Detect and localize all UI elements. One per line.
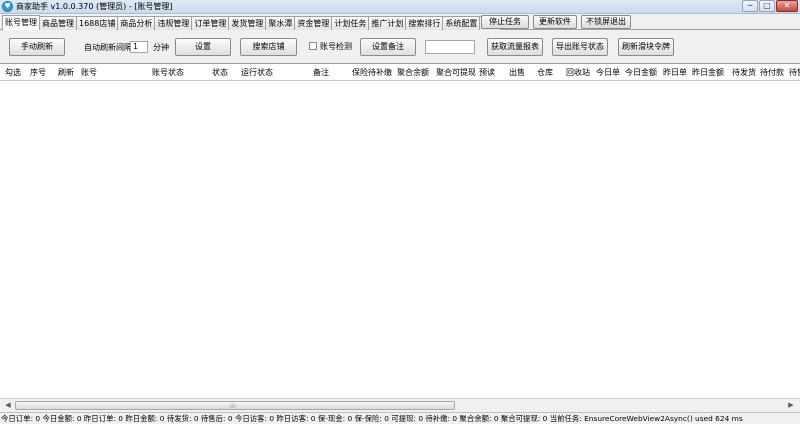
tab-scheduled-tasks[interactable]: 计划任务 [331,16,370,30]
tab-account-management[interactable]: 账号管理 [2,15,40,30]
maximize-icon[interactable]: □ [759,0,775,12]
account-toolbar: 手动刷新 自动刷新间隔 1 分钟 设置 搜索店铺 账号检测 设置备注 获取流量报… [0,31,800,63]
col-header-aggregate-withdrawable[interactable]: 聚合可提现 [436,68,476,77]
tab-product-analysis[interactable]: 商品分析 [117,16,156,30]
col-header-account-status[interactable]: 账号状态 [152,68,184,77]
tab-shipping-management[interactable]: 发货管理 [228,16,267,30]
col-header-aggregate-balance[interactable]: 聚合余额 [397,68,429,77]
tab-violation-management[interactable]: 违规管理 [154,16,193,30]
app-logo-icon: ♥ [2,1,13,12]
settings-button[interactable]: 设置 [175,38,231,56]
col-header-yesterday-amount[interactable]: 昨日金额 [692,68,724,77]
col-header-pending-payment[interactable]: 待付款 [760,68,784,77]
col-header-today-orders[interactable]: 今日单 [596,68,620,77]
tab-search-ranking[interactable]: 搜索排行 [405,16,444,30]
close-icon[interactable]: ✕ [776,0,798,12]
col-header-warehouse[interactable]: 仓库 [537,68,553,77]
scroll-grip-icon: ⁞⁞⁞ [230,403,236,410]
account-check-checkbox[interactable] [309,42,317,50]
window-controls: ─ □ ✕ [741,0,798,13]
export-account-status-button[interactable]: 导出账号状态 [552,38,608,56]
update-software-button[interactable]: 更新软件 [533,15,577,29]
tab-order-management[interactable]: 订单管理 [191,16,230,30]
account-grid[interactable]: 勾选 序号 刷新 账号 账号状态 状态 运行状态 备注 保险待补缴 聚合余额 聚… [0,63,800,412]
tab-jushuitan[interactable]: 聚水潭 [265,16,296,30]
stop-task-button[interactable]: 停止任务 [481,15,529,29]
auto-refresh-label: 自动刷新间隔 [84,43,132,52]
col-header-status[interactable]: 状态 [212,68,228,77]
minimize-icon[interactable]: ─ [742,0,758,12]
col-header-on-sale[interactable]: 出售 [509,68,525,77]
tab-product-management[interactable]: 商品管理 [39,16,77,30]
col-header-pending-shipment[interactable]: 待发货 [732,68,756,77]
title-bar: ♥ 商家助手 v1.0.0.370 (管理员) - [账号管理] ─ □ ✕ [0,0,800,14]
col-header-preread[interactable]: 预读 [479,68,495,77]
col-header-index[interactable]: 序号 [30,68,46,77]
minute-label: 分钟 [153,43,169,52]
tab-list: 账号管理 商品管理 1688店铺 商品分析 违规管理 订单管理 发货管理 聚水潭… [2,15,502,30]
grid-header: 勾选 序号 刷新 账号 账号状态 状态 运行状态 备注 保险待补缴 聚合余额 聚… [0,64,800,81]
unlock-exit-button[interactable]: 不锁屏退出 [581,15,631,29]
col-header-account[interactable]: 账号 [81,68,97,77]
col-header-remark[interactable]: 备注 [313,68,329,77]
col-header-run-status[interactable]: 运行状态 [241,68,273,77]
account-check-label: 账号检测 [320,42,352,51]
col-header-pending-sale[interactable]: 待售 [789,68,800,77]
remark-input[interactable] [425,40,475,54]
window-title: 商家助手 v1.0.0.370 (管理员) - [账号管理] [16,2,173,11]
main-tab-strip: 账号管理 商品管理 1688店铺 商品分析 违规管理 订单管理 发货管理 聚水潭… [0,14,800,30]
tab-1688-shop[interactable]: 1688店铺 [76,16,119,30]
refresh-slider-token-button[interactable]: 刷新滑块令牌 [618,38,674,56]
horizontal-scrollbar[interactable]: ◀ ⁞⁞⁞ ▶ [0,398,800,412]
scroll-right-icon[interactable]: ▶ [784,400,798,411]
col-header-select[interactable]: 勾选 [5,68,21,77]
col-header-recycle-bin[interactable]: 回收站 [566,68,590,77]
scroll-left-icon[interactable]: ◀ [1,400,15,411]
col-header-yesterday-orders[interactable]: 昨日单 [663,68,687,77]
get-traffic-report-button[interactable]: 获取流量报表 [487,38,543,56]
tab-funds-management[interactable]: 资金管理 [294,16,333,30]
set-remark-button[interactable]: 设置备注 [360,38,416,56]
col-header-refresh[interactable]: 刷新 [58,68,74,77]
tab-system-config[interactable]: 系统配置 [442,16,481,30]
scroll-thumb[interactable]: ⁞⁞⁞ [15,401,455,410]
manual-refresh-button[interactable]: 手动刷新 [9,38,65,56]
search-shop-button[interactable]: 搜索店铺 [240,38,297,56]
col-header-today-amount[interactable]: 今日金额 [625,68,657,77]
refresh-interval-input[interactable]: 1 [130,41,148,53]
tab-promotion-plan[interactable]: 推广计划 [368,16,407,30]
status-bar: 今日订单: 0 今日金额: 0 昨日订单: 0 昨日金额: 0 待发货: 0 待… [0,412,800,424]
col-header-insurance-due[interactable]: 保险待补缴 [352,68,392,77]
